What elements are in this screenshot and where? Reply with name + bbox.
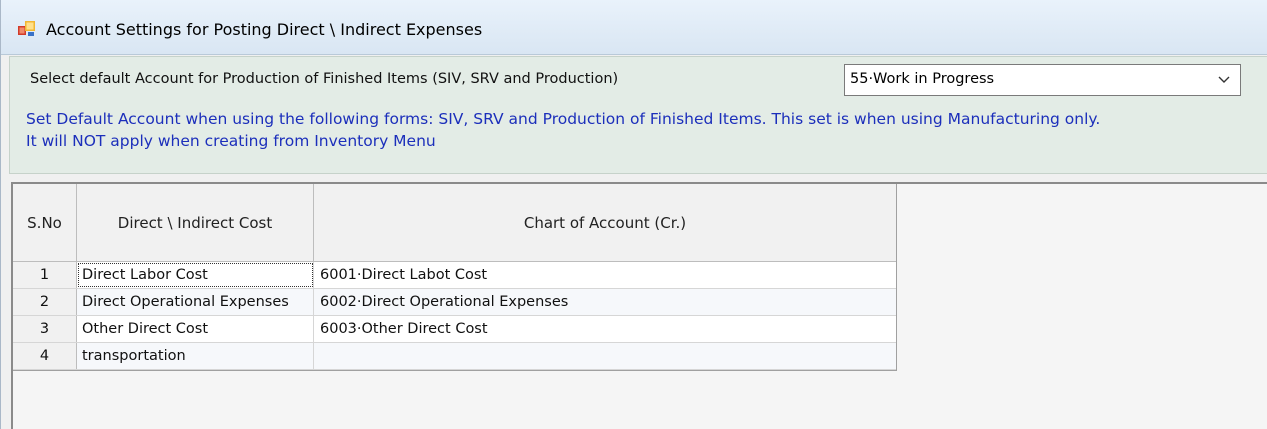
- window-title: Account Settings for Posting Direct \ In…: [46, 20, 483, 39]
- settings-panel: Select default Account for Production of…: [9, 56, 1267, 174]
- table-row[interactable]: 2 Direct Operational Expenses 6002·Direc…: [13, 289, 896, 316]
- account-cell[interactable]: [314, 343, 896, 369]
- grid-container: S.No Direct \ Indirect Cost Chart of Acc…: [11, 182, 1267, 429]
- info-text-line-1: Set Default Account when using the follo…: [26, 110, 1101, 128]
- column-header-sno[interactable]: S.No: [13, 184, 77, 261]
- column-header-cost[interactable]: Direct \ Indirect Cost: [77, 184, 314, 261]
- column-header-account[interactable]: Chart of Account (Cr.): [314, 184, 896, 261]
- cost-cell[interactable]: Direct Labor Cost: [77, 262, 314, 288]
- row-sno: 2: [13, 289, 77, 315]
- account-cell[interactable]: 6003·Other Direct Cost: [314, 316, 896, 342]
- row-sno: 1: [13, 262, 77, 288]
- title-bar: Account Settings for Posting Direct \ In…: [1, 0, 1267, 55]
- row-sno: 3: [13, 316, 77, 342]
- info-text-line-2: It will NOT apply when creating from Inv…: [26, 132, 436, 150]
- expenses-grid: S.No Direct \ Indirect Cost Chart of Acc…: [13, 184, 897, 371]
- chevron-down-icon[interactable]: [1217, 74, 1231, 86]
- default-account-dropdown[interactable]: 55·Work in Progress: [844, 64, 1241, 96]
- default-account-label: Select default Account for Production of…: [30, 71, 619, 87]
- cost-cell[interactable]: Other Direct Cost: [77, 316, 314, 342]
- table-row[interactable]: 1 Direct Labor Cost 6001·Direct Labot Co…: [13, 262, 896, 289]
- cost-cell[interactable]: Direct Operational Expenses: [77, 289, 314, 315]
- account-cell[interactable]: 6001·Direct Labot Cost: [314, 262, 896, 288]
- account-cell[interactable]: 6002·Direct Operational Expenses: [314, 289, 896, 315]
- grid-header: S.No Direct \ Indirect Cost Chart of Acc…: [13, 184, 896, 262]
- account-settings-window: Account Settings for Posting Direct \ In…: [0, 0, 1267, 429]
- table-row[interactable]: 3 Other Direct Cost 6003·Other Direct Co…: [13, 316, 896, 343]
- table-row[interactable]: 4 transportation: [13, 343, 896, 370]
- cost-cell[interactable]: transportation: [77, 343, 314, 369]
- row-sno: 4: [13, 343, 77, 369]
- app-window-icon: [18, 21, 35, 36]
- default-account-value: 55·Work in Progress: [850, 71, 995, 87]
